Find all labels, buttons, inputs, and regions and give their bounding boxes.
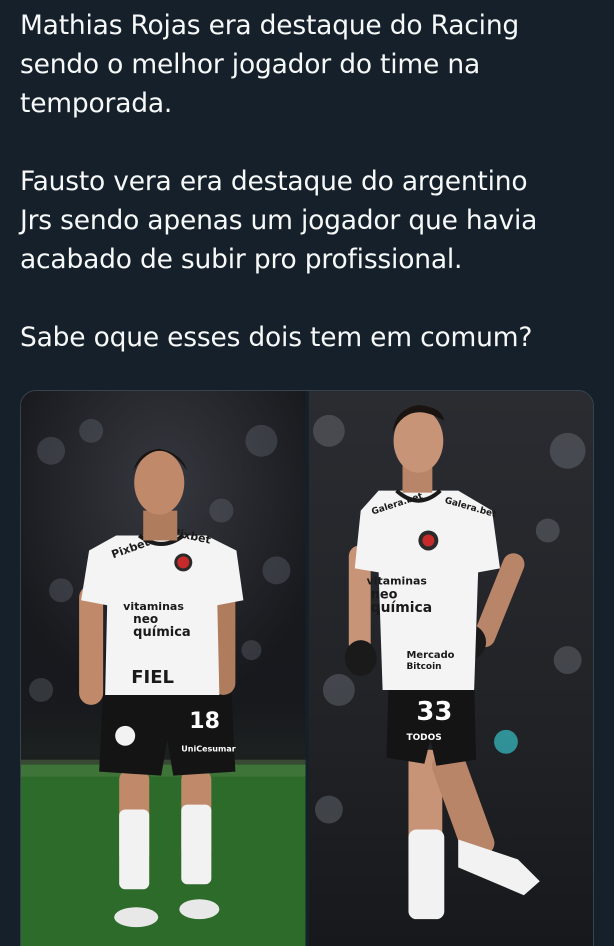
left-shorts-sponsor: UniCesumar: [181, 745, 235, 754]
photo-left-player[interactable]: 18 UniCesumar Pixbet Pixbet vitaminas ne…: [21, 391, 306, 946]
right-shorts-sponsor: TODOS: [406, 733, 441, 743]
tweet-text: Mathias Rojas era destaque do Racing sen…: [20, 10, 538, 353]
player-photo-right: 33 TODOS Galera.bet Galera.bet vitaminas…: [308, 391, 593, 946]
svg-text:vitaminas: vitaminas: [366, 574, 426, 587]
svg-text:Mercado: Mercado: [406, 650, 454, 661]
svg-text:FIEL: FIEL: [131, 667, 174, 688]
left-shorts-number: 18: [189, 709, 220, 734]
player-photo-left: 18 UniCesumar Pixbet Pixbet vitaminas ne…: [21, 391, 306, 946]
right-shorts-number: 33: [416, 697, 452, 727]
photo-right-player[interactable]: 33 TODOS Galera.bet Galera.bet vitaminas…: [308, 391, 593, 946]
svg-text:neo: neo: [133, 612, 158, 626]
tweet-media-grid[interactable]: 18 UniCesumar Pixbet Pixbet vitaminas ne…: [20, 390, 594, 946]
svg-text:química: química: [370, 600, 432, 616]
svg-text:Bitcoin: Bitcoin: [406, 662, 441, 672]
svg-text:química: química: [133, 625, 191, 640]
